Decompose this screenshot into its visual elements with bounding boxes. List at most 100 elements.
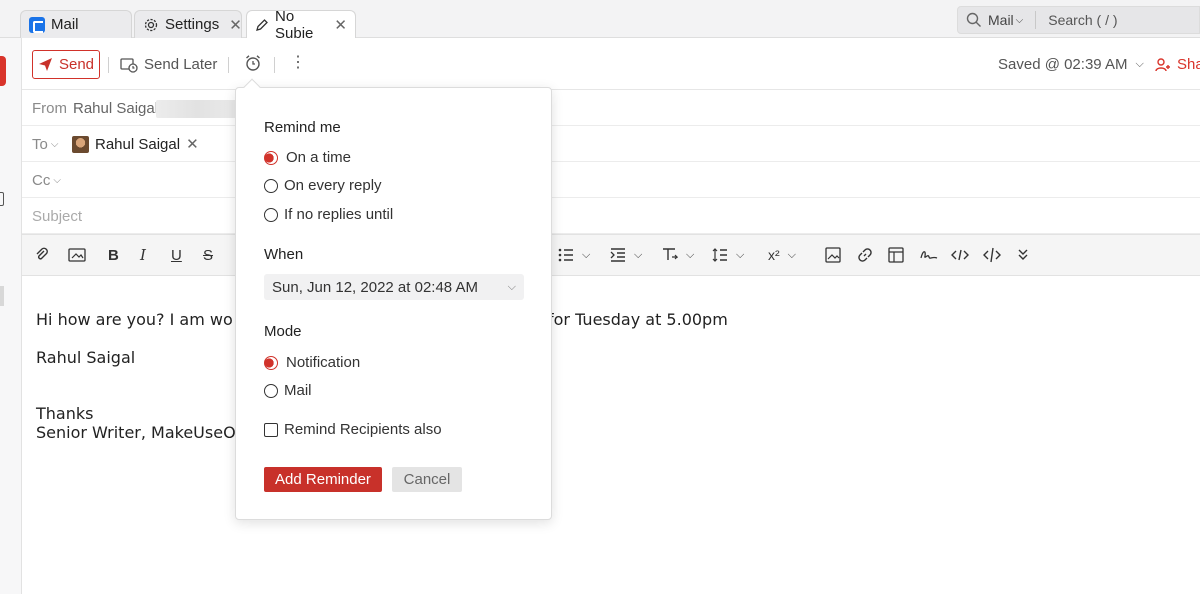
cancel-button[interactable]: Cancel xyxy=(392,467,462,492)
when-date-value: Sun, Jun 12, 2022 at 02:48 AM xyxy=(272,278,478,296)
saved-status-label: Saved @ 02:39 AM xyxy=(998,56,1128,73)
mode-option-label: Mail xyxy=(284,382,312,399)
indent-icon[interactable]: ⌵ xyxy=(610,245,642,265)
search-input[interactable]: Search ( / ) xyxy=(1048,12,1117,28)
compose-toolbar: Send Send Later ⋮ Saved @ 02:39 AM ⌵ Sha xyxy=(22,38,1200,90)
cc-row: Cc ⌵ xyxy=(22,162,1200,198)
saved-status[interactable]: Saved @ 02:39 AM ⌵ xyxy=(998,56,1144,73)
chevron-down-icon: ⌵ xyxy=(582,248,591,261)
search-bar[interactable]: Mail ⌵ Search ( / ) xyxy=(957,6,1200,34)
chevron-down-icon: ⌵ xyxy=(507,280,516,293)
chevron-down-icon: ⌵ xyxy=(1015,14,1024,26)
rail-item[interactable] xyxy=(0,286,4,306)
chevron-down-icon: ⌵ xyxy=(1135,58,1144,70)
avatar xyxy=(72,135,89,153)
body-line: Thanks xyxy=(36,404,94,423)
when-date-select[interactable]: Sun, Jun 12, 2022 at 02:48 AM ⌵ xyxy=(264,274,524,300)
remind-me-heading: Remind me xyxy=(264,119,341,136)
recipient-name: Rahul Saigal xyxy=(95,135,181,153)
alarm-clock-icon[interactable] xyxy=(244,54,262,72)
radio-icon[interactable] xyxy=(264,383,278,398)
attachment-icon[interactable] xyxy=(34,245,50,265)
from-row: From Rahul Saigal xyxy=(22,90,1200,126)
code-snippet-icon[interactable] xyxy=(983,245,1001,265)
mode-option-mail[interactable]: Mail xyxy=(264,382,312,399)
rail-item[interactable] xyxy=(0,192,4,206)
pencil-icon xyxy=(255,18,269,32)
remind-option-on-a-time[interactable]: On a time xyxy=(264,149,351,166)
body-line: for Tuesday at 5.00pm xyxy=(548,310,728,329)
tab-settings[interactable]: Settings ✕ xyxy=(134,10,242,38)
body-line: Hi how are you? I am wo xyxy=(36,310,233,329)
close-tab-settings-icon[interactable]: ✕ xyxy=(229,16,242,34)
chevron-down-icon: ⌵ xyxy=(634,248,643,261)
format-toolbar: B I U S ⌵ ⌵ ⌵ ⌵ x² ⌵ xyxy=(22,234,1200,276)
mode-option-notification[interactable]: Notification xyxy=(264,354,360,371)
subject-row[interactable]: Subject xyxy=(22,198,1200,234)
body-line: Rahul Saigal xyxy=(36,348,136,367)
line-spacing-icon[interactable]: ⌵ xyxy=(712,245,744,265)
send-later-label: Send Later xyxy=(144,56,218,73)
insert-link-icon[interactable] xyxy=(857,245,873,265)
to-field-toggle[interactable]: To ⌵ xyxy=(32,136,58,153)
send-button[interactable]: Send xyxy=(32,50,100,79)
send-later-button[interactable]: Send Later xyxy=(120,50,217,79)
radio-icon[interactable] xyxy=(264,178,278,193)
more-options-icon[interactable]: ⋮ xyxy=(290,54,306,72)
chevron-down-icon: ⌵ xyxy=(736,248,745,261)
close-tab-compose-icon[interactable]: ✕ xyxy=(334,16,347,34)
insert-image-icon[interactable] xyxy=(825,245,841,265)
remind-option-every-reply[interactable]: On every reply xyxy=(264,177,382,194)
left-rail xyxy=(0,38,22,594)
subject-input[interactable]: Subject xyxy=(32,208,82,225)
recipient-chip[interactable]: Rahul Saigal ✕ xyxy=(72,135,199,153)
text-direction-icon[interactable]: ⌵ xyxy=(662,245,694,265)
chevron-down-icon: ⌵ xyxy=(50,139,59,150)
radio-selected-icon[interactable] xyxy=(264,150,278,165)
code-icon[interactable] xyxy=(951,245,969,265)
from-name[interactable]: Rahul Saigal xyxy=(73,100,158,117)
toolbar-divider xyxy=(108,57,109,73)
share-label: Sha xyxy=(1177,56,1200,73)
gear-icon xyxy=(143,17,159,33)
underline-icon[interactable]: U xyxy=(171,245,182,265)
radio-selected-icon[interactable] xyxy=(264,355,278,370)
bold-icon[interactable]: B xyxy=(108,245,119,265)
cc-field-toggle[interactable]: Cc ⌵ xyxy=(32,172,61,189)
remind-option-label: On every reply xyxy=(284,177,382,194)
signature-icon[interactable] xyxy=(920,245,938,265)
insert-table-icon[interactable] xyxy=(888,245,904,265)
reminder-popup: Remind me On a time On every reply If no… xyxy=(235,87,552,520)
rail-active-indicator[interactable] xyxy=(0,56,6,86)
remind-option-label: On a time xyxy=(286,149,352,166)
body-line: Senior Writer, MakeUseO xyxy=(36,423,236,442)
mode-heading: Mode xyxy=(264,323,302,340)
more-formatting-icon[interactable] xyxy=(1016,245,1030,265)
add-user-icon xyxy=(1155,57,1171,73)
bullet-list-icon[interactable]: ⌵ xyxy=(558,245,590,265)
italic-icon[interactable]: I xyxy=(140,245,146,265)
checkbox-icon[interactable] xyxy=(264,422,278,437)
add-reminder-button[interactable]: Add Reminder xyxy=(264,467,382,492)
search-scope-dropdown[interactable]: Mail ⌵ xyxy=(988,12,1023,28)
toolbar-divider xyxy=(274,57,275,73)
when-heading: When xyxy=(264,246,304,263)
search-scope-label: Mail xyxy=(988,12,1014,28)
chevron-down-icon: ⌵ xyxy=(686,248,695,261)
to-label: To xyxy=(32,136,48,153)
mode-option-label: Notification xyxy=(286,354,361,371)
remove-recipient-icon[interactable]: ✕ xyxy=(186,135,199,153)
remind-recipients-checkbox[interactable]: Remind Recipients also xyxy=(264,421,442,438)
share-button[interactable]: Sha xyxy=(1155,56,1200,73)
tab-compose-label: No Subje xyxy=(275,8,314,42)
radio-icon[interactable] xyxy=(264,207,278,222)
remind-option-no-replies[interactable]: If no replies until xyxy=(264,206,393,223)
tab-mail[interactable]: Mail xyxy=(20,10,132,38)
remind-option-label: If no replies until xyxy=(284,206,394,223)
strikethrough-icon[interactable]: S xyxy=(203,245,213,265)
superscript-icon[interactable]: x² ⌵ xyxy=(768,245,796,265)
tab-settings-label: Settings xyxy=(165,16,220,33)
toolbar-divider xyxy=(228,57,229,73)
insert-from-cloud-icon[interactable] xyxy=(68,245,86,265)
tab-compose[interactable]: No Subje ✕ xyxy=(246,8,356,42)
